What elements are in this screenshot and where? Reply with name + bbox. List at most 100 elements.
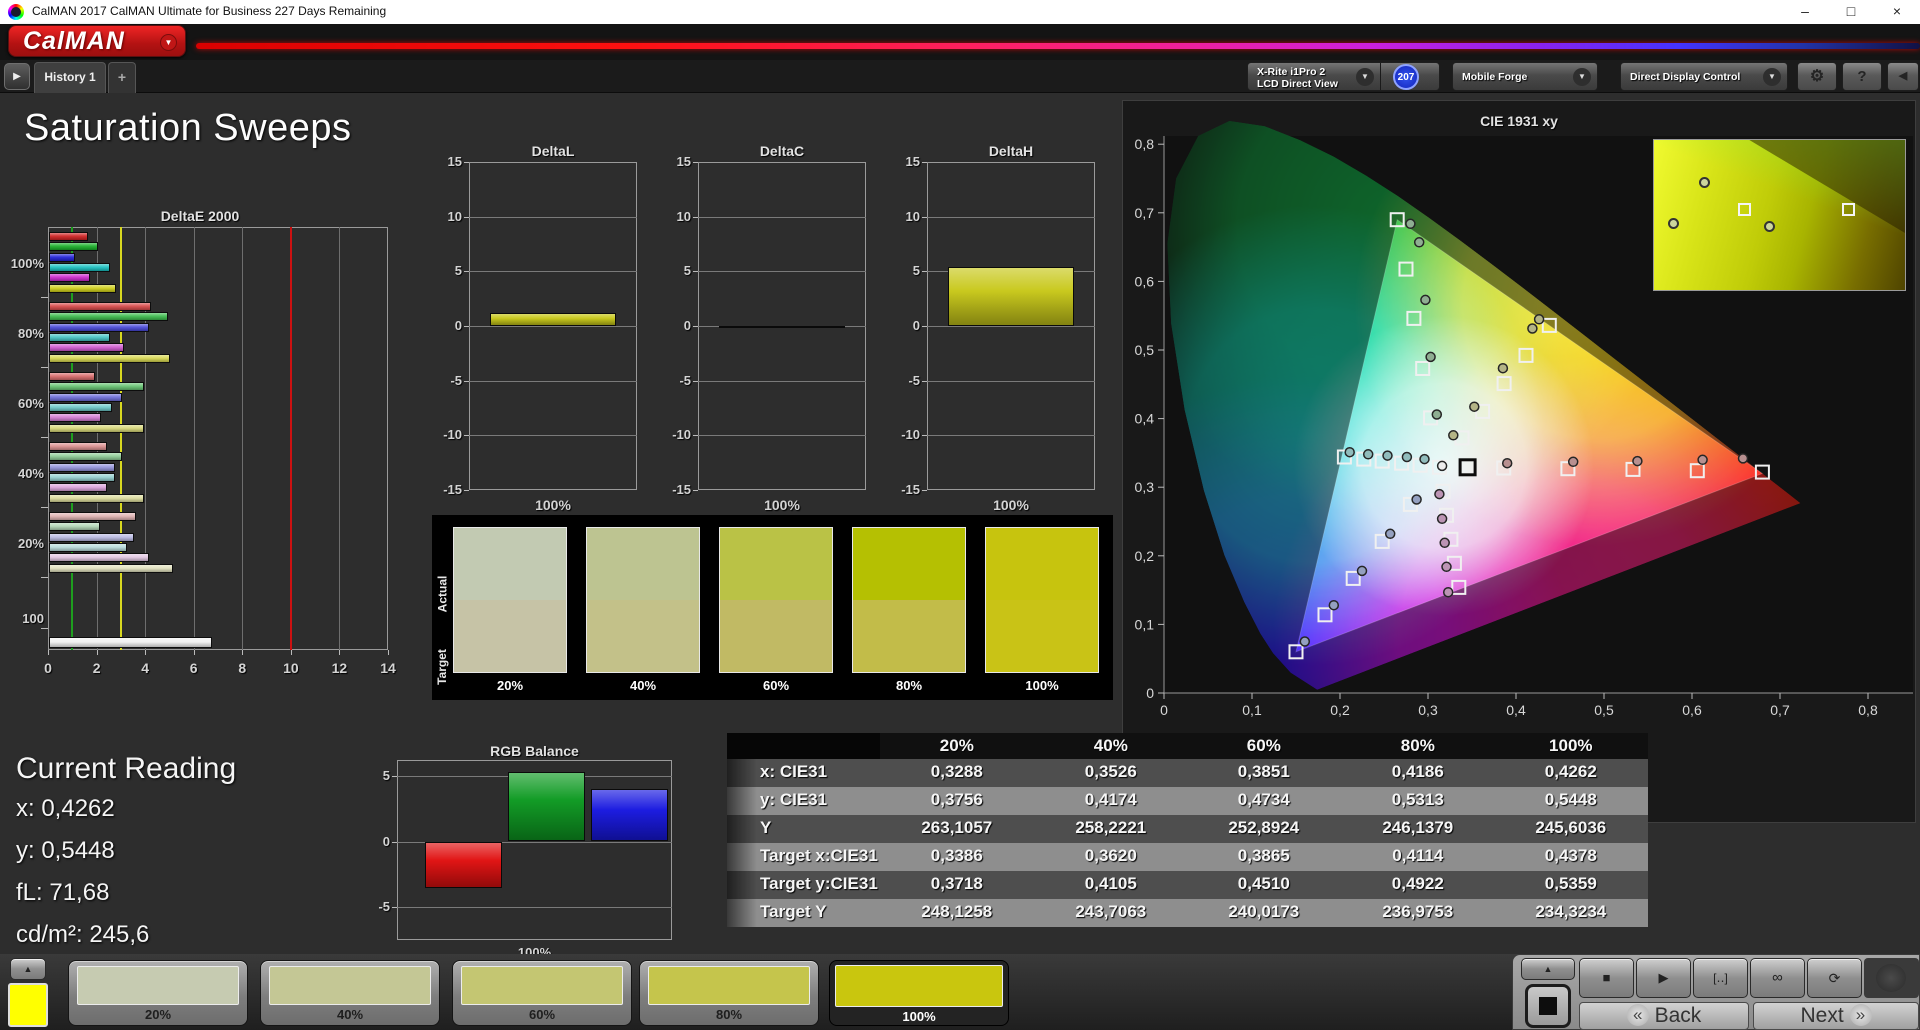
measurement-table: 20% 40% 60% 80% 100% x: CIE31 0,3288 0,3526 0,38… [0, 93, 1920, 954]
row-label-notch [727, 871, 757, 899]
loop-icon: ⟳ [1828, 970, 1841, 986]
transport-cluster: ▲ ■ ▶ [‥] ∞ ⟳ « Back Next » [1512, 954, 1920, 1030]
table-cell: 258,2221 [1075, 818, 1147, 837]
meter-dropdown-arrow-icon[interactable]: ▼ [1356, 68, 1374, 86]
loop-button[interactable]: ⟳ [1807, 958, 1862, 998]
close-icon[interactable]: × [1874, 0, 1920, 24]
help-button[interactable]: ? [1842, 62, 1882, 91]
next-label: Next [1800, 1004, 1844, 1027]
tab-history-1[interactable]: History 1 [34, 62, 106, 93]
patch-list-expand-button[interactable]: ▲ [10, 958, 46, 980]
table-col-header: 60% [1246, 736, 1281, 755]
source-dropdown[interactable]: Mobile Forge ▼ [1452, 62, 1598, 91]
table-col-header: 40% [1093, 736, 1128, 755]
table-cell: 0,4262 [1544, 762, 1597, 781]
row-label-notch [727, 843, 757, 871]
table-row[interactable]: Target Y 248,1258 243,7063 240,0173 236,9753… [727, 899, 1648, 927]
row-label-notch [727, 815, 757, 843]
display-status-indicator [1621, 63, 1625, 90]
table-cell: 0,4105 [1084, 874, 1137, 893]
meter-count-badge: 207 [1393, 64, 1419, 90]
table-cell: 0,4114 [1392, 846, 1444, 865]
table-cell: 0,3288 [930, 762, 983, 781]
table-col-header: 20% [939, 736, 974, 755]
stop-button[interactable]: ■ [1579, 958, 1634, 998]
patch-button-60%[interactable]: 60% [452, 960, 632, 1026]
back-chevron-icon: « [1626, 1003, 1649, 1026]
patch-button-100%[interactable]: 100% [829, 960, 1009, 1026]
stop-measure-button[interactable] [1525, 984, 1571, 1028]
table-row-label: Y [760, 818, 772, 837]
back-button[interactable]: « Back [1579, 1002, 1749, 1030]
play-icon: ▶ [1658, 970, 1669, 985]
table-col-header: 100% [1549, 736, 1593, 755]
settings-button[interactable]: ⚙ [1797, 62, 1837, 91]
patch-color-swatch [648, 966, 810, 1005]
minimize-icon[interactable]: – [1782, 0, 1828, 24]
table-cell: 252,8924 [1228, 818, 1300, 837]
table-row-label: Target Y [760, 902, 827, 921]
table-cell: 0,4510 [1237, 874, 1290, 893]
display-control-name: Direct Display Control [1630, 71, 1741, 83]
add-tab-button[interactable]: + [108, 62, 136, 93]
patch-label: 100% [902, 1009, 936, 1024]
patch-color-swatch [77, 966, 239, 1005]
calman-logo-button[interactable]: CalMAN ▼ [8, 25, 186, 57]
table-row[interactable]: Target x:CIE31 0,3386 0,3620 0,3865 0,4114 0,… [727, 843, 1648, 871]
play-button[interactable]: ▶ [1636, 958, 1691, 998]
patch-color-swatch [835, 965, 1003, 1007]
table-cell: 0,3620 [1084, 846, 1137, 865]
tab-bar: ▶ History 1 + X-Rite i1Pro 2 LCD Direct … [0, 60, 1920, 93]
patch-button-80%[interactable]: 80% [639, 960, 819, 1026]
table-row[interactable]: Y 263,1057 258,2221 252,8924 246,1379 245,603… [727, 815, 1648, 843]
interval-read-button[interactable]: [‥] [1693, 958, 1748, 998]
display-control-dropdown[interactable]: Direct Display Control ▼ [1620, 62, 1788, 91]
table-cell: 0,5359 [1544, 874, 1597, 893]
logo-dropdown-arrow-icon[interactable]: ▼ [160, 34, 177, 51]
table-cell: 0,4378 [1544, 846, 1597, 865]
table-cell: 0,4922 [1391, 874, 1444, 893]
patch-button-20%[interactable]: 20% [68, 960, 248, 1026]
table-row[interactable]: x: CIE31 0,3288 0,3526 0,3851 0,4186 0,4262 [727, 759, 1648, 787]
collapse-panel-button[interactable]: ◀ [1887, 62, 1919, 91]
table-row-label: x: CIE31 [760, 762, 828, 781]
rainbow-strip [196, 43, 1920, 49]
collapse-toolbar-button[interactable]: ▲ [1521, 958, 1575, 980]
row-label-notch [727, 899, 757, 927]
reading-fl: fL: 71,68 [16, 879, 110, 906]
meter-dropdown[interactable]: X-Rite i1Pro 2 LCD Direct View ▼ 207 [1247, 62, 1440, 91]
maximize-icon[interactable]: □ [1828, 0, 1874, 24]
display-dropdown-arrow-icon[interactable]: ▼ [1763, 68, 1781, 86]
main-content: Saturation Sweeps DeltaE 2000 0 2 4 6 8 10 12 14… [0, 93, 1920, 954]
source-name: Mobile Forge [1462, 71, 1528, 83]
table-cell: 0,3865 [1237, 846, 1290, 865]
patch-label: 20% [144, 1007, 172, 1022]
table-cell: 236,9753 [1382, 902, 1454, 921]
calman-window: CalMAN 2017 CalMAN Ultimate for Business… [0, 0, 1920, 1030]
table-cell: 263,1057 [921, 818, 993, 837]
app-header: CalMAN ▼ [0, 24, 1920, 60]
table-row[interactable]: y: CIE31 0,3756 0,4174 0,4734 0,5313 0,5448 [727, 787, 1648, 815]
calman-logo-text: CalMAN [23, 27, 125, 55]
table-cell: 234,3234 [1535, 902, 1607, 921]
reading-y: y: 0,5448 [16, 837, 115, 864]
tab-scroll-button[interactable]: ▶ [4, 63, 30, 90]
table-row[interactable]: Target y:CIE31 0,3718 0,4105 0,4510 0,4922 0,… [727, 871, 1648, 899]
patch-label: 40% [336, 1007, 364, 1022]
meter-status-indicator [1248, 63, 1252, 90]
stop-icon [1539, 997, 1557, 1015]
oval-indicator [1876, 964, 1906, 992]
up-arrow-icon: ▲ [1543, 964, 1553, 974]
table-cell: 245,6036 [1535, 818, 1607, 837]
next-button[interactable]: Next » [1753, 1002, 1919, 1030]
table-cell: 248,1258 [921, 902, 993, 921]
continuous-read-button[interactable]: ∞ [1750, 958, 1805, 998]
patch-button-40%[interactable]: 40% [260, 960, 440, 1026]
inactive-slot[interactable] [1864, 958, 1919, 998]
table-cell: 243,7063 [1075, 902, 1147, 921]
table-cell: 0,3386 [930, 846, 983, 865]
window-title: CalMAN 2017 CalMAN Ultimate for Business… [32, 4, 387, 18]
table-cell: 0,3718 [930, 874, 983, 893]
current-patch-swatch[interactable] [8, 983, 48, 1027]
source-dropdown-arrow-icon[interactable]: ▼ [1573, 68, 1591, 86]
